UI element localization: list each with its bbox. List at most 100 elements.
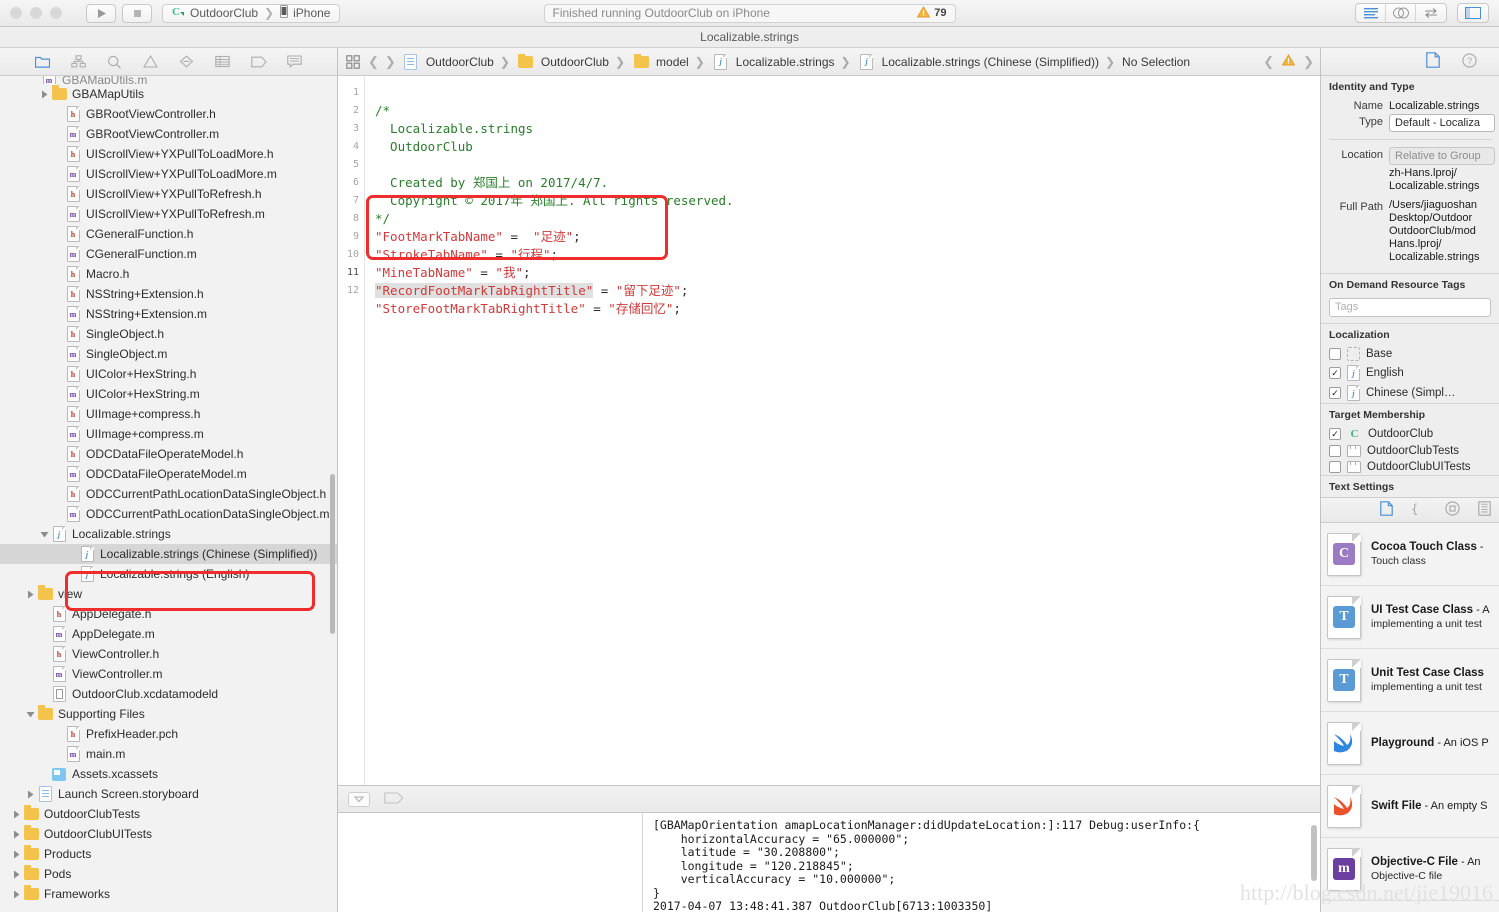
localization-checkbox[interactable]: ✓: [1329, 387, 1341, 399]
disclosure-triangle-icon[interactable]: [52, 184, 64, 204]
navigator-item-3[interactable]: h UIScrollView+YXPullToLoadMore.h: [0, 144, 337, 164]
navigator-item-24[interactable]: j Localizable.strings (English): [0, 564, 337, 584]
library-item-1[interactable]: T UI Test Case Class - A implementing a un…: [1321, 586, 1499, 649]
disclosure-triangle-icon[interactable]: [10, 864, 22, 884]
disclosure-triangle-icon[interactable]: [52, 124, 64, 144]
file-inspector-icon[interactable]: [1426, 52, 1440, 71]
disclosure-triangle-icon[interactable]: [52, 344, 64, 364]
type-select[interactable]: Default - Localiza: [1389, 114, 1495, 132]
navigator-item-21[interactable]: m ODCCurrentPathLocationDataSingleObject.…: [0, 504, 337, 524]
breadcrumb-item-3[interactable]: ❯ j Localizable.strings: [692, 53, 835, 70]
next-issue-button[interactable]: ❯: [1303, 54, 1314, 70]
disclosure-triangle-icon[interactable]: [52, 144, 64, 164]
hide-debug-area-button[interactable]: [348, 791, 370, 807]
object-library-icon[interactable]: [1445, 501, 1460, 519]
variables-view[interactable]: [338, 813, 643, 912]
disclosure-triangle-icon[interactable]: [52, 304, 64, 324]
localization-item-0[interactable]: Base: [1321, 345, 1499, 363]
navigator-item-10[interactable]: h NSString+Extension.h: [0, 284, 337, 304]
zoom-button[interactable]: [50, 7, 62, 19]
breadcrumb-item-5[interactable]: ❯ No Selection: [1102, 55, 1190, 69]
disclosure-triangle-icon[interactable]: [10, 884, 22, 904]
navigator-item-35[interactable]: Launch Screen.storyboard: [0, 784, 337, 804]
disclosure-triangle-icon[interactable]: [38, 624, 50, 644]
disclosure-triangle-icon[interactable]: [52, 164, 64, 184]
disclosure-triangle-icon[interactable]: [52, 444, 64, 464]
target-checkbox[interactable]: ✓: [1329, 428, 1341, 440]
version-editor-button[interactable]: [1416, 4, 1446, 22]
disclosure-triangle-icon[interactable]: [52, 104, 64, 124]
navigator-item-12[interactable]: h SingleObject.h: [0, 324, 337, 344]
disclosure-triangle-icon[interactable]: [52, 284, 64, 304]
navigator-scrollbar[interactable]: [330, 474, 335, 634]
navigator-item-38[interactable]: Products: [0, 844, 337, 864]
standard-editor-button[interactable]: [1356, 4, 1386, 22]
target-checkbox[interactable]: [1329, 461, 1341, 473]
disclosure-triangle-icon[interactable]: [52, 244, 64, 264]
library-list[interactable]: C Cocoa Touch Class - Touch class T UI Test…: [1321, 523, 1499, 912]
disclosure-triangle-icon[interactable]: [38, 524, 50, 544]
library-item-2[interactable]: T Unit Test Case Class implementing a unit…: [1321, 649, 1499, 712]
navigator-item-37[interactable]: OutdoorClubUITests: [0, 824, 337, 844]
navigator-item-25[interactable]: view: [0, 584, 337, 604]
disclosure-triangle-icon[interactable]: [38, 764, 50, 784]
media-library-icon[interactable]: [1478, 501, 1491, 519]
disclosure-triangle-icon[interactable]: [38, 644, 50, 664]
code-snippet-library-icon[interactable]: { }: [1411, 502, 1433, 519]
list-item-clipped[interactable]: m GBAMapUtils.m: [0, 76, 337, 84]
disclosure-triangle-icon[interactable]: [24, 584, 36, 604]
disclosure-triangle-icon[interactable]: [52, 504, 64, 524]
disclosure-triangle-icon[interactable]: [38, 684, 50, 704]
target-membership-item-1[interactable]: OutdoorClubTests: [1321, 443, 1499, 459]
navigator-item-0[interactable]: GBAMapUtils: [0, 84, 337, 104]
scheme-selector[interactable]: C OutdoorClub ❯ iPhone: [162, 3, 341, 23]
navigator-item-23[interactable]: j Localizable.strings (Chinese (Simplifie…: [0, 544, 337, 564]
breakpoint-navigator-icon[interactable]: [250, 54, 268, 70]
file-template-library-icon[interactable]: [1380, 501, 1393, 519]
disclosure-triangle-icon[interactable]: [52, 484, 64, 504]
view-toggle-segments[interactable]: [1457, 3, 1489, 23]
navigator-item-26[interactable]: h AppDelegate.h: [0, 604, 337, 624]
disclosure-triangle-icon[interactable]: [52, 424, 64, 444]
disclosure-triangle-icon[interactable]: [52, 724, 64, 744]
navigator-item-6[interactable]: m UIScrollView+YXPullToRefresh.m: [0, 204, 337, 224]
disclosure-triangle-icon[interactable]: [66, 544, 78, 564]
navigator-item-29[interactable]: m ViewController.m: [0, 664, 337, 684]
localization-item-2[interactable]: ✓ j Chinese (Simpl…: [1321, 383, 1499, 403]
navigator-item-14[interactable]: h UIColor+HexString.h: [0, 364, 337, 384]
tags-input[interactable]: Tags: [1329, 298, 1491, 317]
disclosure-triangle-icon[interactable]: [38, 664, 50, 684]
navigator-item-40[interactable]: Frameworks: [0, 884, 337, 904]
disclosure-triangle-icon[interactable]: [66, 564, 78, 584]
source-control-navigator-icon[interactable]: [70, 54, 88, 70]
localization-item-1[interactable]: ✓ j English: [1321, 363, 1499, 383]
disclosure-triangle-icon[interactable]: [52, 364, 64, 384]
breadcrumb[interactable]: OutdoorClub ❯ OutdoorClub ❯ model ❯ j Localizab…: [402, 53, 1190, 70]
breadcrumb-item-4[interactable]: ❯ j Localizable.strings (Chinese (Simplifi…: [838, 53, 1099, 70]
navigator-item-39[interactable]: Pods: [0, 864, 337, 884]
minimize-button[interactable]: [30, 7, 42, 19]
disclosure-triangle-icon[interactable]: [38, 604, 50, 624]
console-output[interactable]: [GBAMapOrientation amapLocationManager:d…: [643, 813, 1320, 912]
issue-counter[interactable]: 79: [916, 5, 947, 21]
test-navigator-icon[interactable]: [178, 54, 196, 70]
project-navigator-list[interactable]: m GBAMapUtils.m GBAMapUtils h GBRootViewCo…: [0, 76, 337, 912]
navigator-item-13[interactable]: m SingleObject.m: [0, 344, 337, 364]
disclosure-triangle-icon[interactable]: [38, 84, 50, 104]
quick-help-inspector-icon[interactable]: ?: [1462, 52, 1477, 71]
navigator-item-8[interactable]: m CGeneralFunction.m: [0, 244, 337, 264]
navigator-item-2[interactable]: m GBRootViewController.m: [0, 124, 337, 144]
navigator-item-34[interactable]: Assets.xcassets: [0, 764, 337, 784]
navigator-item-4[interactable]: m UIScrollView+YXPullToLoadMore.m: [0, 164, 337, 184]
source-editor[interactable]: 1 2 3 4 5 6 7 8 9 10 11 12 /* Localizable.strings O…: [338, 76, 1320, 785]
navigator-item-1[interactable]: h GBRootViewController.h: [0, 104, 337, 124]
disclosure-triangle-icon[interactable]: [52, 324, 64, 344]
project-navigator-icon[interactable]: [34, 54, 52, 70]
warning-icon[interactable]: [1281, 54, 1296, 69]
library-item-4[interactable]: Swift File - An empty S: [1321, 775, 1499, 838]
navigator-item-11[interactable]: m NSString+Extension.m: [0, 304, 337, 324]
disclosure-triangle-icon[interactable]: [10, 804, 22, 824]
target-membership-item-0[interactable]: ✓ C OutdoorClub: [1321, 425, 1499, 443]
debug-navigator-icon[interactable]: [214, 54, 232, 70]
breadcrumb-item-2[interactable]: ❯ model: [612, 53, 689, 70]
